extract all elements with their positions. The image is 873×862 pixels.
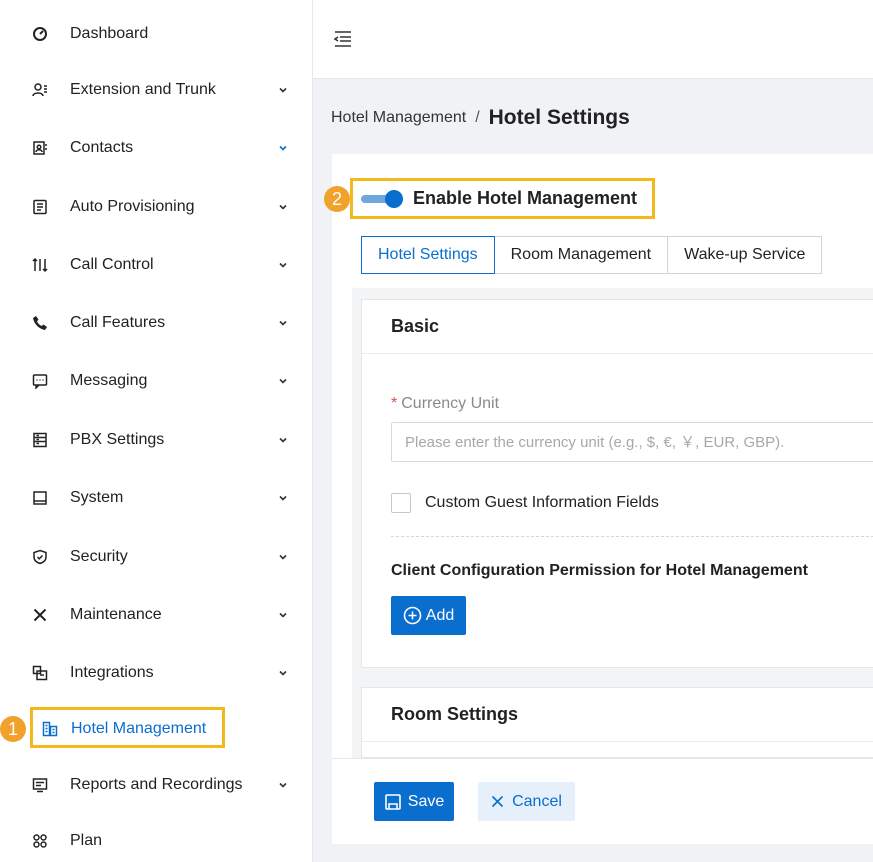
- room-settings-title: Room Settings: [362, 688, 873, 742]
- call-control-icon: [30, 255, 50, 275]
- currency-unit-label-text: Currency Unit: [401, 395, 500, 412]
- tab-wake-up-service[interactable]: Wake-up Service: [667, 236, 823, 274]
- plus-circle-icon: [403, 606, 422, 625]
- cancel-button-label: Cancel: [512, 792, 562, 810]
- highlight-box-hotel-management: [30, 707, 225, 748]
- breadcrumb-parent[interactable]: Hotel Management: [331, 109, 466, 127]
- chevron-down-icon[interactable]: [277, 609, 289, 621]
- custom-guest-fields-label: Custom Guest Information Fields: [425, 494, 659, 511]
- sidebar-item-label: Security: [70, 548, 128, 565]
- top-bar: [313, 0, 873, 79]
- add-button-label: Add: [425, 606, 455, 624]
- breadcrumb-separator: /: [475, 109, 480, 126]
- sidebar-item-label: Extension and Trunk: [70, 81, 216, 98]
- sidebar-item-label: Plan: [70, 832, 103, 849]
- custom-guest-fields-row[interactable]: Custom Guest Information Fields: [391, 493, 659, 513]
- sidebar-item-label: Contacts: [70, 139, 134, 156]
- sidebar-item-plan[interactable]: Plan: [30, 821, 300, 861]
- sidebar-item-call-features[interactable]: Call Features: [30, 303, 300, 343]
- basic-card-title: Basic: [362, 300, 873, 354]
- sidebar-item-contacts[interactable]: Contacts: [30, 128, 300, 168]
- sidebar-item-label: Integrations: [70, 664, 154, 681]
- phone-icon: [30, 313, 50, 333]
- custom-guest-fields-checkbox[interactable]: [391, 493, 411, 513]
- sidebar-item-label: Maintenance: [70, 606, 162, 623]
- tab-hotel-settings[interactable]: Hotel Settings: [361, 236, 495, 274]
- message-icon: [30, 371, 50, 391]
- sidebar-item-messaging[interactable]: Messaging: [30, 361, 300, 401]
- sidebar-item-system[interactable]: System: [30, 478, 300, 518]
- sidebar-item-label: System: [70, 489, 124, 506]
- save-button-label: Save: [407, 792, 445, 810]
- sidebar-item-label: Call Features: [70, 314, 166, 331]
- toggle-knob: [385, 190, 403, 208]
- cancel-button[interactable]: Cancel: [478, 782, 575, 821]
- save-icon: [384, 793, 401, 810]
- chevron-down-icon[interactable]: [277, 667, 289, 679]
- reports-icon: [30, 775, 50, 795]
- sidebar-item-security[interactable]: Security: [30, 537, 300, 577]
- tools-icon: [30, 605, 50, 625]
- sidebar-item-pbx-settings[interactable]: PBX Settings: [30, 420, 300, 460]
- close-icon: [492, 795, 504, 808]
- monitor-icon: [30, 488, 50, 508]
- sidebar-item-label: Dashboard: [70, 25, 149, 42]
- chevron-down-icon[interactable]: [277, 142, 289, 154]
- sidebar-item-label: Auto Provisioning: [70, 198, 195, 215]
- sidebar-item-dashboard[interactable]: Dashboard: [30, 14, 300, 54]
- plan-icon: [30, 831, 50, 851]
- add-permission-button[interactable]: Add: [391, 596, 466, 635]
- chevron-down-icon[interactable]: [277, 259, 289, 271]
- sidebar-item-reports-and-recordings[interactable]: Reports and Recordings: [30, 765, 300, 805]
- currency-unit-label: * Currency Unit: [391, 395, 499, 413]
- chevron-down-icon[interactable]: [277, 779, 289, 791]
- enable-hotel-toggle[interactable]: [361, 190, 403, 208]
- dashboard-icon: [30, 24, 50, 44]
- client-permission-label: Client Configuration Permission for Hote…: [391, 562, 808, 579]
- users-icon: [30, 80, 50, 100]
- tab-bar: Hotel Settings Room Management Wake-up S…: [361, 236, 823, 274]
- provisioning-icon: [30, 197, 50, 217]
- sidebar-item-label: Reports and Recordings: [70, 776, 243, 793]
- chevron-down-icon[interactable]: [277, 375, 289, 387]
- sidebar-item-extension-and-trunk[interactable]: Extension and Trunk: [30, 70, 300, 110]
- chevron-down-icon[interactable]: [277, 201, 289, 213]
- sidebar-item-integrations[interactable]: Integrations: [30, 653, 300, 693]
- step-badge-2: 2: [324, 186, 350, 212]
- save-button[interactable]: Save: [374, 782, 454, 821]
- page-title: Hotel Settings: [488, 106, 630, 129]
- step-badge-1: 1: [0, 716, 26, 742]
- divider: [391, 536, 873, 537]
- shield-icon: [30, 547, 50, 567]
- basic-card: Basic *Currency Unit Custom Guest Inform…: [361, 299, 873, 668]
- sidebar-item-label: Messaging: [70, 372, 148, 389]
- room-settings-card: Room Settings: [361, 687, 873, 758]
- required-mark: *: [391, 395, 398, 412]
- chevron-down-icon[interactable]: [277, 492, 289, 504]
- chevron-down-icon[interactable]: [277, 84, 289, 96]
- sidebar-item-call-control[interactable]: Call Control: [30, 245, 300, 285]
- tab-room-management[interactable]: Room Management: [493, 236, 669, 274]
- currency-unit-input[interactable]: [391, 422, 873, 462]
- chevron-down-icon[interactable]: [277, 434, 289, 446]
- menu-collapse-icon[interactable]: [333, 30, 353, 48]
- pbx-settings-icon: [30, 430, 50, 450]
- chevron-down-icon[interactable]: [277, 551, 289, 563]
- sidebar-item-maintenance[interactable]: Maintenance: [30, 595, 300, 635]
- sidebar-item-label: PBX Settings: [70, 431, 165, 448]
- contacts-icon: [30, 138, 50, 158]
- breadcrumb: Hotel Management / Hotel Settings: [331, 106, 630, 130]
- chevron-down-icon[interactable]: [277, 317, 289, 329]
- sidebar-item-auto-provisioning[interactable]: Auto Provisioning: [30, 187, 300, 227]
- integrations-icon: [30, 663, 50, 683]
- sidebar-item-label: Call Control: [70, 256, 154, 273]
- enable-hotel-label: Enable Hotel Management: [413, 188, 638, 208]
